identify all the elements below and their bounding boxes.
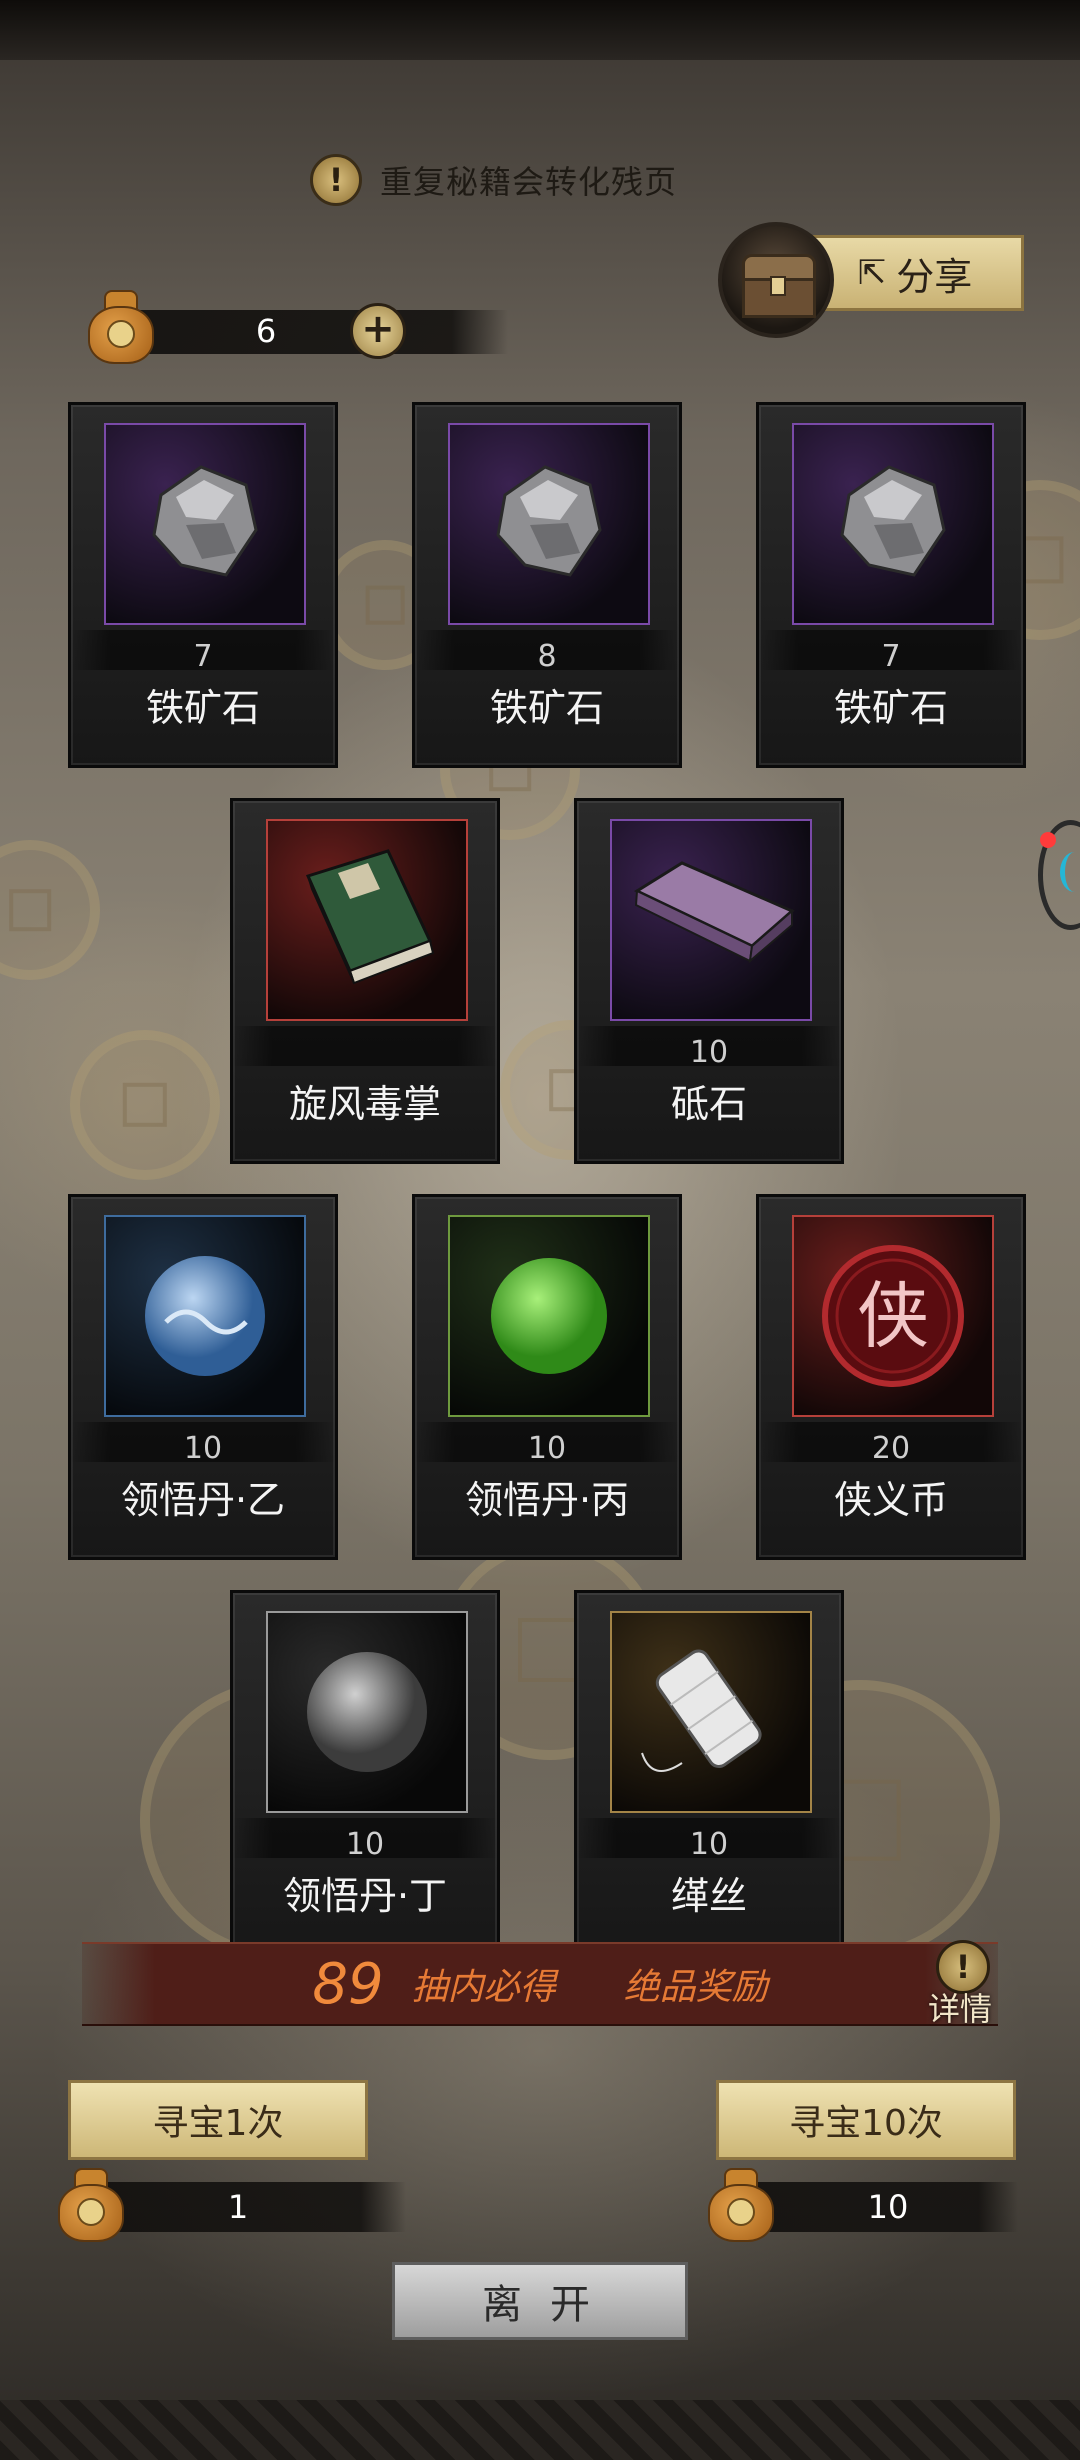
item-frame [792, 423, 994, 625]
item-count: 7 [193, 639, 213, 674]
treasure-chest-icon[interactable] [718, 222, 834, 338]
coin-bag-icon [58, 2168, 124, 2242]
item-frame [610, 1611, 812, 1813]
draw-once-button[interactable]: 寻宝1次 [68, 2080, 368, 2160]
chivalry-coin-icon: 侠 [822, 1245, 964, 1387]
coin-decoration [0, 840, 100, 980]
grey-pill-icon [307, 1652, 427, 1772]
item-frame [266, 1611, 468, 1813]
iron-ore-icon [496, 465, 602, 577]
item-name: 铁矿石 [145, 686, 260, 730]
item-name: 领悟丹·丁 [282, 1874, 448, 1918]
draw-ten-label: 寻宝10次 [789, 2103, 943, 2144]
reward-card[interactable]: 10 砥石 [574, 798, 844, 1164]
bottom-band [0, 2400, 1080, 2460]
svg-text:侠: 侠 [857, 1274, 929, 1358]
draw-ten-cost: 10 [708, 2168, 1018, 2248]
leave-label: 离开 [482, 2282, 618, 2328]
draw-once-cost: 1 [58, 2168, 406, 2248]
exclamation-icon: ! [310, 154, 362, 206]
silk-spool-icon [641, 1649, 762, 1772]
item-count: 10 [183, 1431, 223, 1466]
item-count: 10 [689, 1827, 729, 1862]
item-count: 10 [345, 1827, 385, 1862]
guarantee-reward-text: 绝品奖励 [623, 1967, 768, 2008]
currency-counter: 6 + [88, 290, 508, 370]
manual-book-icon [305, 849, 435, 985]
item-count: 7 [881, 639, 901, 674]
item-name: 领悟丹·丙 [464, 1478, 630, 1522]
reward-card[interactable]: 8 铁矿石 [412, 402, 682, 768]
draw-once-label: 寻宝1次 [152, 2103, 284, 2144]
item-count: 10 [527, 1431, 567, 1466]
share-label: 分享 [896, 254, 973, 299]
coin-bag-icon [708, 2168, 774, 2242]
item-count: 8 [537, 639, 557, 674]
reward-card[interactable]: 旋风毒掌 [230, 798, 500, 1164]
detail-label: 详情 [927, 1990, 992, 2028]
item-name: 缂丝 [670, 1874, 747, 1918]
leave-button[interactable]: 离开 [392, 2262, 688, 2340]
item-name: 砥石 [670, 1082, 747, 1126]
item-name: 铁矿石 [833, 686, 948, 730]
share-button[interactable]: ⇱ 分享 [806, 235, 1024, 311]
guarantee-banner: 89 抽内必得 绝品奖励 [82, 1942, 998, 2026]
draw-ten-button[interactable]: 寻宝10次 [716, 2080, 1016, 2160]
reward-card[interactable]: 10 领悟丹·乙 [68, 1194, 338, 1560]
currency-bar [136, 310, 508, 354]
cost-amount: 1 [227, 2188, 249, 2226]
item-name: 铁矿石 [489, 686, 604, 730]
item-count: 10 [689, 1035, 729, 1070]
top-band [0, 0, 1080, 60]
item-count: 20 [871, 1431, 911, 1466]
guarantee-text: 抽内必得 [411, 1967, 556, 2008]
item-frame [610, 819, 812, 1021]
iron-ore-icon [840, 465, 946, 577]
duplicate-notice: ! 重复秘籍会转化残页 [310, 150, 677, 210]
item-frame: 侠 [792, 1215, 994, 1417]
item-name: 领悟丹·乙 [120, 1478, 286, 1522]
item-name: 侠义币 [833, 1478, 948, 1522]
detail-button[interactable]: ! 详情 [920, 1940, 1000, 2030]
guarantee-count: 89 [312, 1951, 384, 2017]
whetstone-icon [633, 861, 795, 964]
item-frame [266, 819, 468, 1021]
add-currency-button[interactable]: + [350, 303, 406, 359]
reward-card[interactable]: 7 铁矿石 [68, 402, 338, 768]
reward-card[interactable]: 7 铁矿石 [756, 402, 1026, 768]
reward-card[interactable]: 侠 20 侠义币 [756, 1194, 1026, 1560]
reward-card[interactable]: 10 领悟丹·丁 [230, 1590, 500, 1956]
cost-amount: 10 [867, 2188, 909, 2226]
share-icon: ⇱ [857, 253, 887, 293]
item-frame [104, 1215, 306, 1417]
green-pill-icon [491, 1258, 607, 1374]
currency-amount: 6 [255, 312, 277, 350]
coin-decoration [70, 1030, 220, 1180]
item-frame [448, 423, 650, 625]
iron-ore-icon [152, 465, 258, 577]
item-name: 旋风毒掌 [288, 1082, 441, 1126]
notice-text: 重复秘籍会转化残页 [380, 163, 678, 201]
item-frame [448, 1215, 650, 1417]
reward-card[interactable]: 10 缂丝 [574, 1590, 844, 1956]
notification-dot [1040, 832, 1056, 848]
coin-bag-icon [88, 290, 154, 364]
blue-pill-icon [145, 1256, 265, 1376]
item-frame [104, 423, 306, 625]
reward-card[interactable]: 10 领悟丹·丙 [412, 1194, 682, 1560]
